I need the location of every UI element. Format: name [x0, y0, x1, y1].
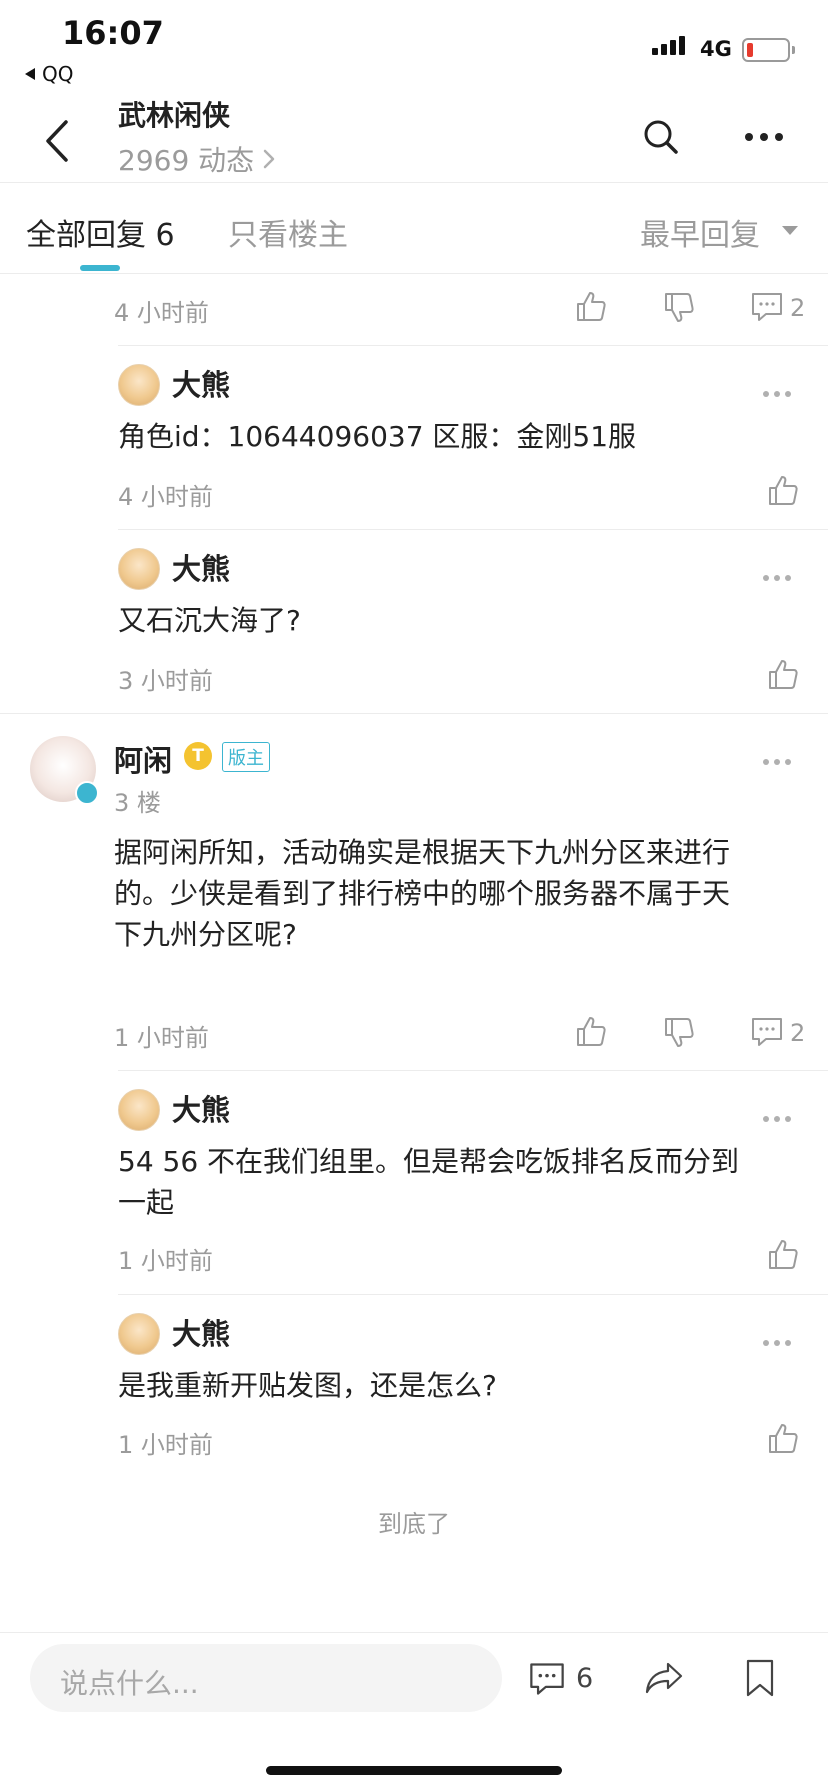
- reply-text-line: 一起: [118, 1186, 175, 1219]
- tab-active-indicator: [80, 265, 120, 271]
- chevron-right-icon: [263, 149, 275, 169]
- sub-divider: [118, 1294, 828, 1295]
- comment-input[interactable]: 说点什么...: [30, 1644, 502, 1712]
- signal-icon: [652, 36, 685, 55]
- home-indicator[interactable]: [266, 1766, 562, 1775]
- comment-count: 2: [790, 1019, 806, 1047]
- reply-text: 角色id：10644096037 区服：金刚51服: [118, 420, 637, 453]
- tab-all-replies[interactable]: 全部回复 6: [26, 210, 175, 254]
- author-name[interactable]: 大熊: [172, 1087, 230, 1129]
- back-button[interactable]: [38, 118, 78, 164]
- author-name[interactable]: 大熊: [172, 1311, 230, 1353]
- dislike-icon[interactable]: [662, 1015, 696, 1049]
- moderator-badge: 版主: [222, 742, 270, 772]
- reply-text: 是我重新开贴发图，还是怎么?: [118, 1369, 497, 1402]
- reply-text-line: 下九州分区呢?: [114, 918, 297, 951]
- dynamics-count: 2969 动态: [118, 144, 255, 177]
- bottom-divider: [0, 1632, 828, 1633]
- comment-icon[interactable]: [750, 1015, 784, 1049]
- verified-icon: [75, 781, 99, 805]
- network-type: 4G: [700, 37, 732, 61]
- level-badge-icon: T: [184, 742, 212, 770]
- nav-divider: [0, 182, 828, 183]
- status-time: 16:07: [62, 14, 164, 52]
- more-options-icon[interactable]: [762, 574, 792, 582]
- comment-input-placeholder: 说点什么...: [60, 1667, 199, 1700]
- like-icon[interactable]: [574, 1015, 608, 1049]
- back-triangle-icon: [25, 68, 35, 80]
- reply-time: 3 小时前: [118, 667, 213, 695]
- author-name[interactable]: 大熊: [172, 546, 230, 588]
- bookmark-icon[interactable]: [744, 1658, 776, 1698]
- like-icon[interactable]: [766, 474, 800, 508]
- tab-owner-only[interactable]: 只看楼主: [228, 210, 348, 254]
- comment-icon[interactable]: [528, 1660, 566, 1698]
- dislike-icon[interactable]: [662, 290, 696, 324]
- avatar[interactable]: [118, 1089, 160, 1131]
- avatar[interactable]: [118, 364, 160, 406]
- comment-total: 6: [576, 1663, 594, 1694]
- caret-down-icon[interactable]: [782, 226, 798, 235]
- reply-time: 1 小时前: [114, 1024, 209, 1052]
- more-options-icon[interactable]: [762, 758, 792, 766]
- back-to-app-link[interactable]: QQ: [24, 62, 73, 86]
- avatar[interactable]: [118, 1313, 160, 1355]
- more-options-icon[interactable]: [762, 390, 792, 398]
- avatar[interactable]: [118, 548, 160, 590]
- more-options-icon[interactable]: [762, 1339, 792, 1347]
- more-options-icon[interactable]: [744, 130, 784, 144]
- reply-text: 又石沉大海了?: [118, 604, 301, 637]
- reply-text-line: 的。少侠是看到了排行榜中的哪个服务器不属于天: [114, 877, 731, 910]
- like-icon[interactable]: [766, 1238, 800, 1272]
- like-icon[interactable]: [766, 1422, 800, 1456]
- battery-icon: [742, 38, 795, 62]
- like-icon[interactable]: [574, 290, 608, 324]
- sub-divider: [118, 345, 828, 346]
- floor-number: 3 楼: [114, 789, 161, 817]
- reply-time: 1 小时前: [118, 1431, 213, 1459]
- author-name[interactable]: 阿闲: [114, 738, 172, 780]
- reply-text-line: 54 56 不在我们组里。但是帮会吃饭排名反而分到: [118, 1145, 740, 1178]
- reply-time: 4 小时前: [118, 483, 213, 511]
- comment-icon[interactable]: [750, 290, 784, 324]
- end-of-list: 到底了: [378, 1510, 450, 1538]
- reply-time: 4 小时前: [114, 299, 209, 327]
- back-app-label: QQ: [42, 62, 74, 86]
- share-icon[interactable]: [644, 1660, 684, 1696]
- tabs-divider: [0, 273, 828, 274]
- sub-divider: [118, 1070, 828, 1071]
- more-options-icon[interactable]: [762, 1115, 792, 1123]
- reply-time: 1 小时前: [118, 1247, 213, 1275]
- reply-text-line: 据阿闲所知，活动确实是根据天下九州分区来进行: [114, 836, 731, 869]
- sub-divider: [118, 529, 828, 530]
- author-name[interactable]: 大熊: [172, 362, 230, 404]
- dynamics-link[interactable]: 2969 动态: [118, 139, 276, 179]
- page-title: 武林闲侠: [118, 99, 231, 132]
- like-icon[interactable]: [766, 658, 800, 692]
- search-icon[interactable]: [642, 118, 680, 156]
- sort-dropdown[interactable]: 最早回复: [640, 210, 760, 254]
- comment-count: 2: [790, 294, 806, 322]
- floor-divider: [0, 713, 828, 714]
